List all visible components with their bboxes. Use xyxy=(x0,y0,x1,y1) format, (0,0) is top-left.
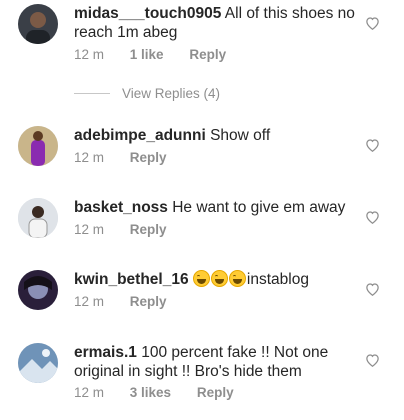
comment-body: midas___touch0905 All of this shoes no r… xyxy=(74,4,358,42)
grinning-squinting-face-icon xyxy=(228,270,246,287)
comment-meta: 12 m 3 likes Reply xyxy=(74,385,256,400)
comment-username[interactable]: kwin_bethel_16 xyxy=(74,271,189,288)
comment-time: 12 m xyxy=(74,385,105,400)
heart-outline-icon[interactable] xyxy=(365,210,380,224)
comment-body: ermais.1 100 percent fake !! Not one ori… xyxy=(74,343,358,381)
view-replies-label: View Replies (4) xyxy=(122,86,221,101)
heart-outline-icon[interactable] xyxy=(365,282,380,296)
grinning-squinting-face-icon xyxy=(192,270,210,287)
reply-button[interactable]: Reply xyxy=(197,385,234,400)
comment-meta: 12 m Reply xyxy=(74,222,189,237)
comment-username[interactable]: midas___touch0905 xyxy=(74,5,221,22)
comment-username[interactable]: adebimpe_adunni xyxy=(74,127,206,144)
avatar[interactable] xyxy=(18,198,58,238)
avatar[interactable] xyxy=(18,270,58,310)
view-replies-button[interactable]: View Replies (4) xyxy=(74,86,220,101)
avatar[interactable] xyxy=(18,4,58,44)
comment-time: 12 m xyxy=(74,47,105,62)
avatar[interactable] xyxy=(18,343,58,383)
comment-body: kwin_bethel_16 instablog xyxy=(74,270,358,289)
heart-outline-icon[interactable] xyxy=(365,16,380,30)
comment-meta: 12 m Reply xyxy=(74,294,189,309)
comment-time: 12 m xyxy=(74,150,105,165)
comment-body: basket_noss He want to give em away xyxy=(74,198,358,217)
comment-meta: 12 m 1 like Reply xyxy=(74,47,248,62)
heart-outline-icon[interactable] xyxy=(365,353,380,367)
comment-body: adebimpe_adunni Show off xyxy=(74,126,358,145)
avatar[interactable] xyxy=(18,126,58,166)
comment-likes[interactable]: 3 likes xyxy=(130,385,171,400)
reply-button[interactable]: Reply xyxy=(130,294,167,309)
comment-username[interactable]: basket_noss xyxy=(74,199,168,216)
comment-text: Show off xyxy=(210,127,271,144)
reply-button[interactable]: Reply xyxy=(130,150,167,165)
reply-button[interactable]: Reply xyxy=(189,47,226,62)
grinning-squinting-face-icon xyxy=(210,270,228,287)
comment-time: 12 m xyxy=(74,294,105,309)
comment-time: 12 m xyxy=(74,222,105,237)
comment-username[interactable]: ermais.1 xyxy=(74,344,137,361)
divider-line xyxy=(74,93,110,94)
comment-text: He want to give em away xyxy=(172,199,346,216)
comment-likes[interactable]: 1 like xyxy=(130,47,164,62)
reply-button[interactable]: Reply xyxy=(130,222,167,237)
comment-meta: 12 m Reply xyxy=(74,150,189,165)
comment-text: instablog xyxy=(246,271,309,288)
heart-outline-icon[interactable] xyxy=(365,138,380,152)
